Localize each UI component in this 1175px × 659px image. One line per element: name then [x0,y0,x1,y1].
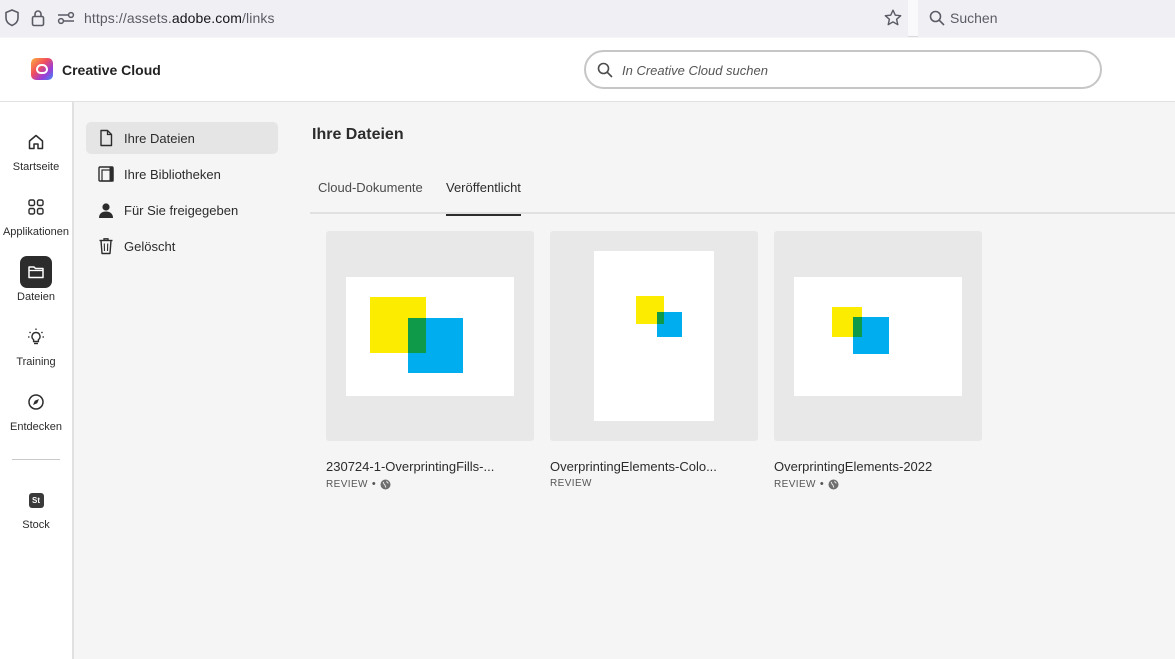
file-name[interactable]: OverprintingElements-Colo... [550,459,758,474]
person-icon [96,200,116,220]
file-name[interactable]: OverprintingElements-2022 [774,459,982,474]
search-icon [929,10,945,26]
trash-icon [96,236,116,256]
rail-item-entdecken[interactable]: Entdecken [0,386,72,433]
subnav-label: Ihre Dateien [124,130,195,146]
lightbulb-icon [20,321,52,353]
file-meta: REVIEW [550,478,758,489]
file-thumbnail[interactable] [550,231,758,441]
search-icon [597,62,613,78]
rail-divider [12,459,60,460]
creative-cloud-logo-icon[interactable] [31,58,53,80]
rail-label: Dateien [17,291,55,303]
url-domain: adobe.com [171,10,243,26]
left-rail: Startseite Applikationen Dateien Trainin… [0,102,74,659]
page-title: Ihre Dateien [312,126,404,143]
stock-badge: St [28,492,44,508]
cc-search-input[interactable]: In Creative Cloud suchen [584,50,1102,89]
home-icon [20,126,52,158]
url-prefix: https://assets. [84,10,172,26]
apps-grid-icon [20,191,52,223]
file-card[interactable]: 230724-1-OverprintingFills-... REVIEW • [326,231,534,490]
compass-icon [20,386,52,418]
file-status: REVIEW [550,478,592,489]
permissions-icon[interactable] [56,9,76,27]
subnav-item-geloescht[interactable]: Gelöscht [86,230,278,262]
file-card[interactable]: OverprintingElements-2022 REVIEW • [774,231,982,490]
file-status: REVIEW [774,478,816,490]
globe-icon [380,479,391,489]
file-card[interactable]: OverprintingElements-Colo... REVIEW [550,231,758,489]
document-icon [96,128,116,148]
subnav-item-ihre-bibliotheken[interactable]: Ihre Bibliotheken [86,158,278,190]
files-subnav: Ihre Dateien Ihre Bibliotheken Für Sie f… [74,102,293,659]
app-title[interactable]: Creative Cloud [62,62,161,78]
bookmark-star-icon[interactable] [883,8,903,28]
rail-label: Training [16,356,56,368]
address-bar[interactable]: https://assets.adobe.com/links [0,0,908,37]
rail-item-startseite[interactable]: Startseite [0,126,72,173]
rail-label: Applikationen [2,226,70,238]
subnav-label: Ihre Bibliotheken [124,166,221,182]
file-meta: REVIEW • [326,478,534,490]
main-content: Ihre Dateien Cloud-Dokumente Veröffentli… [293,102,1175,659]
rail-item-stock[interactable]: St Stock [0,484,72,531]
rail-label: Entdecken [10,421,62,433]
file-thumbnail[interactable] [774,231,982,441]
subnav-item-ihre-dateien[interactable]: Ihre Dateien [86,122,278,154]
subnav-item-fuer-sie-freigegeben[interactable]: Für Sie freigegeben [86,194,278,226]
file-name[interactable]: 230724-1-OverprintingFills-... [326,459,534,474]
browser-search-field[interactable]: Suchen [918,0,1175,37]
rail-item-applikationen[interactable]: Applikationen [0,191,72,238]
cc-search-placeholder: In Creative Cloud suchen [622,63,768,78]
rail-item-dateien[interactable]: Dateien [0,256,72,303]
lock-icon[interactable] [29,8,47,28]
libraries-icon [96,164,116,184]
stock-icon: St [20,484,52,516]
subnav-label: Für Sie freigegeben [124,202,239,218]
tab-veroeffentlicht[interactable]: Veröffentlicht [446,180,521,216]
rail-label: Startseite [12,161,60,173]
app-header: Creative Cloud In Creative Cloud suchen [0,38,1175,102]
tab-bar: Cloud-Dokumente Veröffentlicht [310,180,1175,216]
file-meta: REVIEW • [774,478,982,490]
file-thumbnail[interactable] [326,231,534,441]
rail-label: Stock [22,519,50,531]
file-status: REVIEW [326,478,368,490]
tab-cloud-dokumente[interactable]: Cloud-Dokumente [318,180,423,214]
globe-icon [828,479,839,489]
url-path: /links [242,10,275,26]
browser-toolbar: https://assets.adobe.com/links Suchen [0,0,1175,37]
folder-icon [20,256,52,288]
shield-icon[interactable] [3,8,21,28]
rail-item-training[interactable]: Training [0,321,72,368]
browser-search-placeholder: Suchen [950,10,998,26]
url-text[interactable]: https://assets.adobe.com/links [84,10,275,26]
subnav-label: Gelöscht [124,238,176,254]
